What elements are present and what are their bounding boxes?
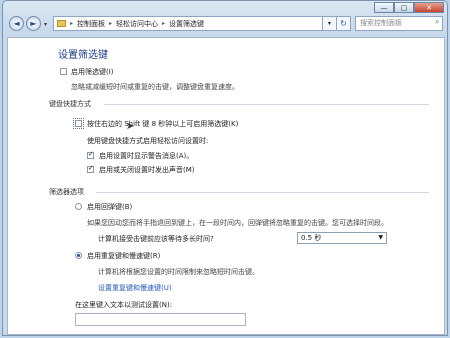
bounce-keys-description: 如果您因动您而将手指退回到键上，在一段时间内，回弹键将忽略重复的击键。您可选择时… (87, 219, 388, 227)
chevron-down-icon: ▼ (378, 234, 383, 241)
make-sound-checkbox[interactable] (87, 164, 94, 173)
breadcrumb-separator: ▸ (70, 20, 74, 27)
back-button[interactable]: ◄ (9, 16, 24, 31)
section-divider (96, 192, 429, 193)
page-title: 设置筛选键 (58, 50, 108, 61)
caption-buttons: — □ ✕ (374, 2, 444, 13)
shift-shortcut-checkbox[interactable] (73, 118, 84, 129)
folder-icon (57, 20, 66, 27)
bounce-keys-label[interactable]: 启用回弹键(B) (87, 202, 132, 212)
show-warning-label[interactable]: 启用设置时显示警告消息(A)。 (99, 151, 193, 161)
breadcrumb-separator: ▸ (162, 20, 166, 27)
breadcrumb-control-panel[interactable]: 控制面板 (77, 19, 105, 29)
enable-filter-keys-label[interactable]: 启用筛选键(I) (71, 67, 114, 77)
repeat-slow-keys-settings-link[interactable]: 设置重复键和慢速键(U) (98, 283, 172, 293)
repeat-slow-keys-label[interactable]: 启用重复键和慢速键(R) (87, 251, 160, 261)
bounce-wait-label: 计算机接受击键前应该等待多长时间? (98, 235, 214, 243)
bounce-wait-value: 0.5 秒 (301, 234, 322, 242)
repeat-slow-keys-description: 计算机将根据您设置的时间限制来忽略短时间击键。 (98, 268, 259, 276)
breadcrumb-filter-keys[interactable]: 设置筛选键 (169, 19, 204, 29)
minimize-button[interactable]: — (374, 2, 394, 13)
breadcrumb-separator: ▸ (109, 20, 113, 27)
forward-button[interactable]: ► (26, 16, 41, 31)
section-divider (104, 104, 429, 105)
settings-content: 设置筛选键 启用筛选键(I) 忽略或减缓短时间或重复的击键，调整键盘重复速度。 … (7, 37, 445, 335)
maximize-button[interactable]: □ (394, 2, 414, 13)
enable-filter-keys-checkbox[interactable] (60, 68, 67, 75)
mouse-cursor-icon: ➤ (126, 121, 135, 132)
test-text-label: 在这里键入文本以测试设置(N): (75, 301, 173, 309)
filter-keys-description: 忽略或减缓短时间或重复的击键，调整键盘重复速度。 (71, 83, 239, 91)
address-bar[interactable]: ▸ 控制面板 ▸ 轻松访问中心 ▸ 设置筛选键 (53, 16, 323, 31)
repeat-slow-keys-radio[interactable] (75, 252, 82, 259)
breadcrumb-ease-of-access[interactable]: 轻松访问中心 (116, 19, 158, 29)
shift-shortcut-label[interactable]: 按住右边的 Shift 键 8 秒钟以上可启用筛选键(K) (87, 119, 238, 129)
filter-section-heading: 筛选器选项 (49, 188, 84, 196)
search-icon[interactable]: ⌕ (435, 17, 441, 27)
address-dropdown-button[interactable]: ▾ (323, 16, 337, 31)
bounce-keys-radio[interactable] (75, 203, 82, 210)
navigation-bar: ◄ ► ▾ ▸ 控制面板 ▸ 轻松访问中心 ▸ 设置筛选键 ▾ ↻ 搜索控制面板… (7, 15, 445, 33)
recent-pages-dropdown[interactable]: ▾ (44, 21, 47, 28)
test-text-input[interactable] (75, 313, 246, 326)
show-warning-checkbox[interactable] (87, 150, 94, 159)
close-button[interactable]: ✕ (414, 2, 444, 13)
search-input[interactable]: 搜索控制面板 (355, 16, 443, 31)
make-sound-label[interactable]: 启用或关闭设置时发出声音(M) (99, 165, 195, 175)
refresh-button[interactable]: ↻ (337, 16, 351, 31)
bounce-wait-select[interactable]: 0.5 秒 ▼ (297, 232, 387, 244)
shortcut-options-caption: 使用键盘快捷方式启用轻松访问设置时: (87, 137, 209, 145)
control-panel-window: — □ ✕ ◄ ► ▾ ▸ 控制面板 ▸ 轻松访问中心 ▸ 设置筛选键 ▾ ↻ … (2, 0, 448, 336)
shortcut-section-heading: 键盘快捷方式 (49, 100, 91, 108)
